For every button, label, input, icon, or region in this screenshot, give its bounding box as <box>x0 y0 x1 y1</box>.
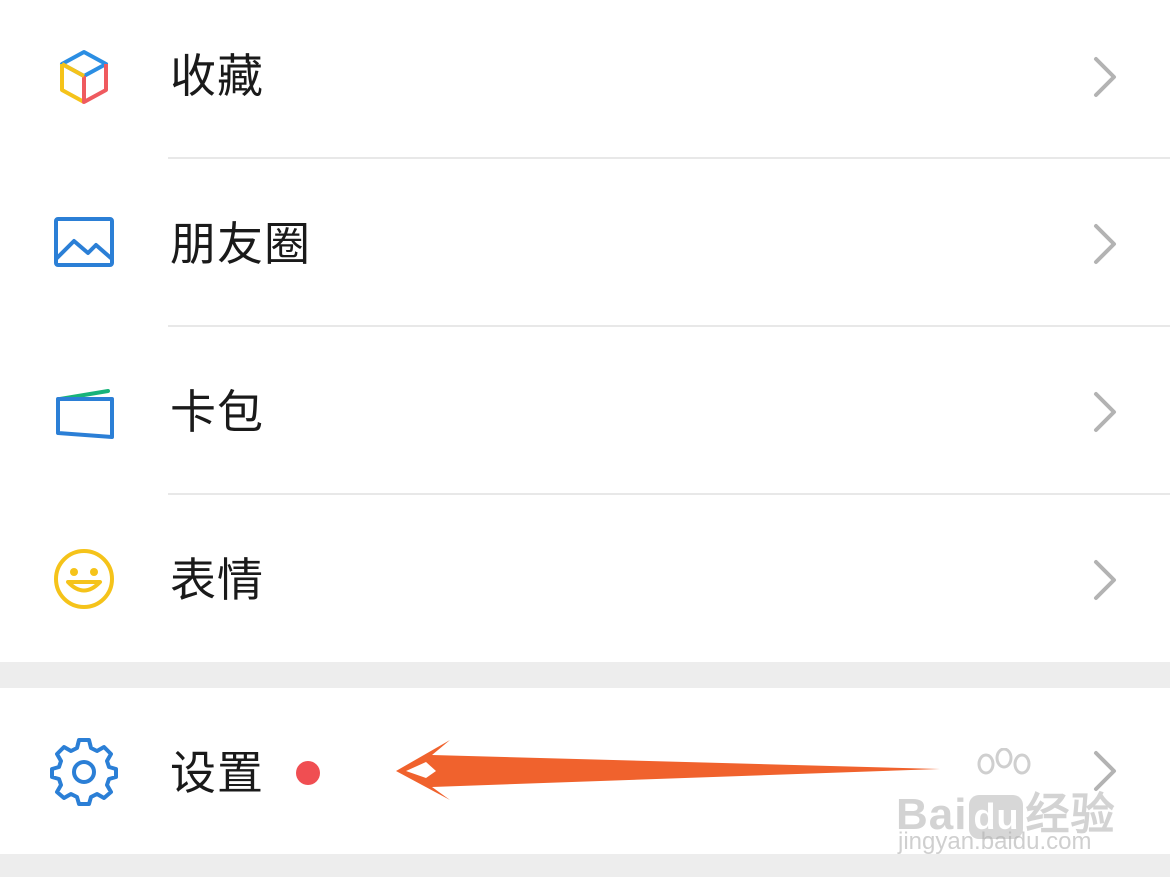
menu-item-label: 朋友圈 <box>170 217 311 271</box>
menu-item-label: 收藏 <box>170 49 264 103</box>
gear-icon <box>48 736 120 808</box>
chevron-right-icon <box>1088 556 1122 604</box>
menu-item-label: 表情 <box>170 553 264 607</box>
chevron-right-icon <box>1088 53 1122 101</box>
notification-dot <box>296 761 320 785</box>
menu-item-label: 卡包 <box>170 385 264 439</box>
menu-item-label: 设置 <box>170 746 264 800</box>
menu-item-favorites[interactable]: 收藏 <box>0 0 1170 158</box>
annotation-arrow-icon <box>388 738 948 804</box>
chevron-right-icon <box>1088 388 1122 436</box>
favorites-cube-icon <box>48 42 120 114</box>
me-menu-screen: 收藏 朋友圈 卡包 表情 设置 Bai du 经验 jingyan.baidu.… <box>0 0 1170 877</box>
menu-item-card-wallet[interactable]: 卡包 <box>0 327 1170 494</box>
moments-picture-icon <box>48 207 120 279</box>
smiley-face-icon <box>48 543 120 615</box>
chevron-right-icon <box>1088 220 1122 268</box>
card-wallet-icon <box>48 377 120 449</box>
baidu-watermark: Bai du 经验 jingyan.baidu.com <box>896 747 1114 860</box>
section-separator <box>0 662 1170 688</box>
watermark-url: jingyan.baidu.com <box>898 828 1092 855</box>
menu-item-stickers[interactable]: 表情 <box>0 495 1170 662</box>
menu-item-moments[interactable]: 朋友圈 <box>0 159 1170 326</box>
